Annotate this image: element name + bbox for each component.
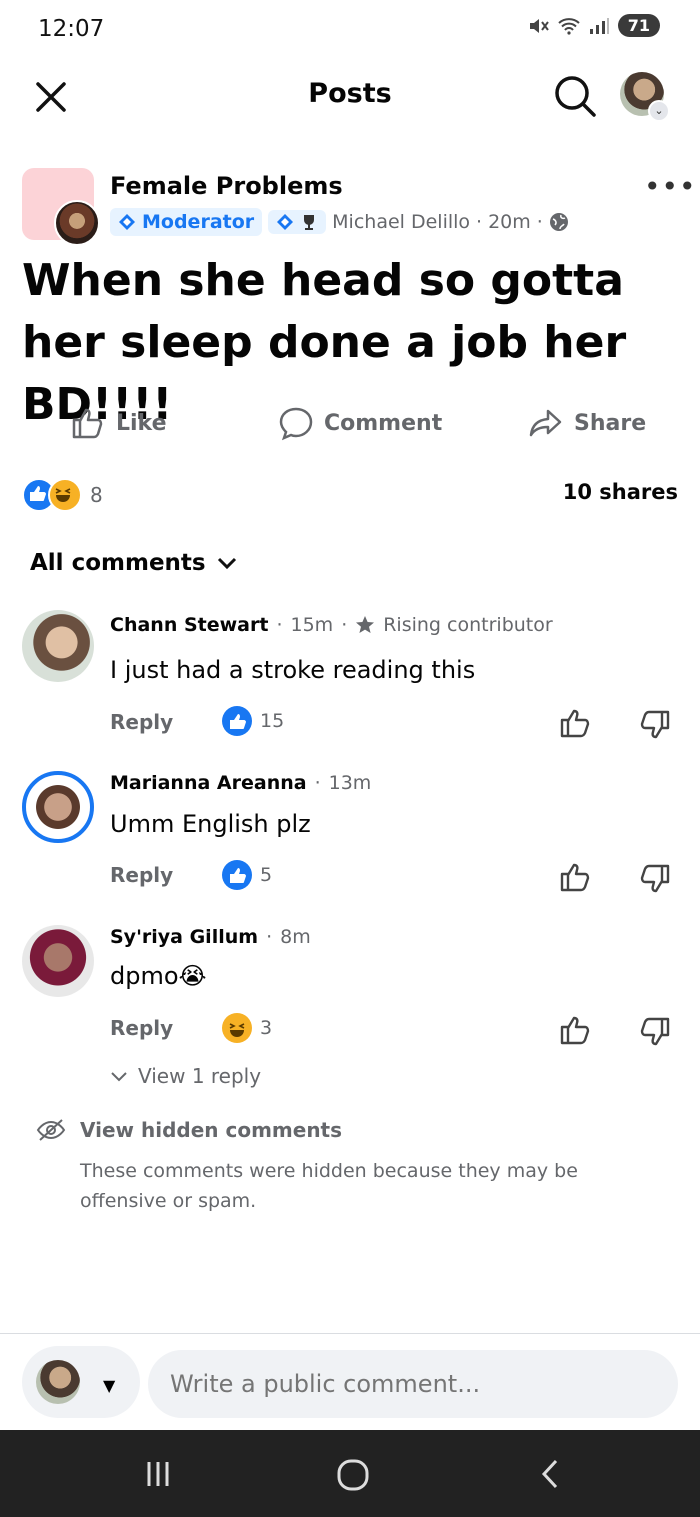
caret-down-icon[interactable]: ▼ bbox=[103, 1376, 115, 1395]
comment-text: I just had a stroke reading this bbox=[110, 656, 476, 684]
globe-icon bbox=[549, 213, 568, 231]
battery-indicator: 71 bbox=[617, 14, 660, 37]
view-replies-label: View 1 reply bbox=[138, 1064, 262, 1088]
dot-separator: · bbox=[314, 772, 321, 794]
more-options-icon[interactable]: ••• bbox=[644, 170, 697, 203]
share-button[interactable]: Share bbox=[528, 405, 646, 441]
commenter-avatar[interactable] bbox=[22, 925, 94, 997]
dot-separator: · bbox=[536, 211, 543, 233]
like-reaction-icon bbox=[222, 860, 252, 890]
comment-label: Comment bbox=[324, 410, 443, 436]
star-icon bbox=[356, 616, 375, 633]
hidden-comments-desc: These comments were hidden because they … bbox=[80, 1160, 578, 1212]
downvote-icon[interactable] bbox=[638, 708, 672, 742]
post-time: 20m bbox=[488, 211, 531, 233]
share-count[interactable]: 10 shares bbox=[563, 480, 678, 504]
haha-reaction-icon bbox=[48, 478, 82, 512]
commenter-name[interactable]: Sy'riya Gillum bbox=[110, 926, 258, 948]
badge-label: Moderator bbox=[142, 211, 255, 233]
reply-button[interactable]: Reply bbox=[110, 710, 173, 734]
comment-input[interactable] bbox=[148, 1350, 678, 1418]
admin-icon bbox=[277, 214, 294, 230]
like-button[interactable]: Like bbox=[70, 405, 167, 441]
upvote-icon[interactable] bbox=[558, 860, 592, 894]
reply-button[interactable]: Reply bbox=[110, 1016, 173, 1040]
commenter-avatar[interactable] bbox=[22, 771, 94, 843]
comment-text: dpmo😭 bbox=[110, 962, 207, 990]
group-name[interactable]: Female Problems bbox=[110, 172, 343, 200]
status-time: 12:07 bbox=[38, 16, 105, 42]
dot-separator: · bbox=[276, 614, 283, 636]
moderator-badge: Moderator bbox=[110, 208, 263, 236]
role-badges bbox=[268, 210, 327, 234]
recent-apps-icon[interactable] bbox=[142, 1458, 174, 1490]
like-reaction-icon bbox=[222, 706, 252, 736]
comment-header: Sy'riya Gillum · 8m bbox=[110, 926, 311, 948]
view-replies-button[interactable]: View 1 reply bbox=[110, 1064, 261, 1088]
chevron-down-icon bbox=[111, 1072, 127, 1082]
system-nav-bar bbox=[0, 1430, 700, 1517]
downvote-icon[interactable] bbox=[638, 1015, 672, 1049]
dot-separator: · bbox=[266, 926, 273, 948]
reaction-summary[interactable]: 8 bbox=[22, 478, 103, 512]
comments-filter-label: All comments bbox=[30, 550, 206, 576]
comment-icon bbox=[279, 407, 313, 441]
comment-reactions[interactable]: 15 bbox=[222, 706, 284, 736]
comment-reactions[interactable]: 3 bbox=[222, 1013, 272, 1043]
comment-header: Chann Stewart · 15m · Rising contributor bbox=[110, 614, 553, 636]
post-actions: Like Comment Share bbox=[0, 405, 700, 453]
wifi-icon bbox=[558, 17, 580, 35]
comment-button[interactable]: Comment bbox=[278, 405, 442, 441]
author-name[interactable]: Michael Delillo bbox=[332, 211, 470, 233]
reaction-count: 15 bbox=[260, 710, 285, 732]
like-label: Like bbox=[116, 410, 167, 436]
reaction-count: 5 bbox=[260, 864, 273, 886]
commenter-avatar[interactable] bbox=[22, 610, 94, 682]
comment-time: 13m bbox=[328, 772, 372, 794]
reaction-count: 3 bbox=[260, 1017, 273, 1039]
signal-icon bbox=[589, 17, 609, 34]
home-icon[interactable] bbox=[336, 1458, 370, 1492]
comment-time: 15m bbox=[290, 614, 334, 636]
contributor-tag: Rising contributor bbox=[383, 614, 553, 636]
dot-separator: · bbox=[341, 614, 348, 636]
comments-filter[interactable]: All comments bbox=[30, 550, 238, 576]
downvote-icon[interactable] bbox=[638, 862, 672, 896]
view-hidden-comments[interactable]: View hidden comments bbox=[36, 1118, 342, 1142]
upvote-icon[interactable] bbox=[558, 1013, 592, 1047]
commenter-name[interactable]: Chann Stewart bbox=[110, 614, 268, 636]
back-icon[interactable] bbox=[536, 1458, 566, 1490]
search-icon[interactable] bbox=[553, 74, 597, 118]
eye-off-icon bbox=[36, 1119, 66, 1141]
commenter-name[interactable]: Marianna Areanna bbox=[110, 772, 307, 794]
chevron-down-icon bbox=[217, 557, 236, 570]
divider bbox=[0, 1333, 700, 1334]
mute-icon bbox=[529, 18, 549, 33]
composer-avatar[interactable] bbox=[36, 1360, 80, 1404]
reaction-count: 8 bbox=[90, 483, 103, 507]
author-avatar[interactable] bbox=[54, 200, 100, 246]
trophy-icon bbox=[304, 215, 315, 230]
like-icon bbox=[72, 408, 103, 439]
moderator-icon bbox=[119, 214, 135, 230]
comment-header: Marianna Areanna · 13m bbox=[110, 772, 371, 794]
reply-button[interactable]: Reply bbox=[110, 863, 173, 887]
haha-reaction-icon bbox=[222, 1013, 252, 1043]
dot-separator: · bbox=[476, 211, 483, 233]
comment-reactions[interactable]: 5 bbox=[222, 860, 272, 890]
hidden-comments-title: View hidden comments bbox=[80, 1118, 343, 1142]
comment-time: 8m bbox=[280, 926, 311, 948]
share-label: Share bbox=[574, 410, 647, 436]
post-meta: Moderator Michael Delillo · 20m · bbox=[110, 208, 569, 236]
upvote-icon[interactable] bbox=[558, 706, 592, 740]
chevron-down-icon[interactable]: ⌄ bbox=[648, 100, 670, 122]
comment-text: Umm English plz bbox=[110, 810, 311, 838]
share-icon bbox=[529, 409, 562, 437]
status-icons: 71 bbox=[528, 14, 660, 37]
